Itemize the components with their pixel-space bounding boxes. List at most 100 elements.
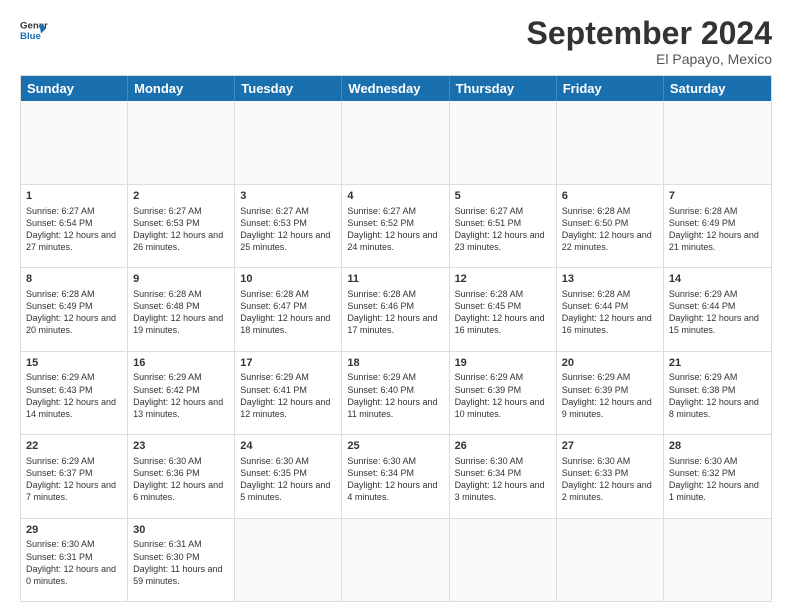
cal-cell	[664, 519, 771, 601]
day-info: Sunset: 6:50 PM	[562, 217, 658, 229]
day-info: Sunrise: 6:30 AM	[240, 455, 336, 467]
cal-cell: 6Sunrise: 6:28 AMSunset: 6:50 PMDaylight…	[557, 185, 664, 267]
day-info: Sunrise: 6:28 AM	[562, 205, 658, 217]
day-info: Daylight: 12 hours and 25 minutes.	[240, 229, 336, 253]
cal-cell: 28Sunrise: 6:30 AMSunset: 6:32 PMDayligh…	[664, 435, 771, 517]
header-day-sunday: Sunday	[21, 76, 128, 101]
cal-cell: 30Sunrise: 6:31 AMSunset: 6:30 PMDayligh…	[128, 519, 235, 601]
day-info: Daylight: 12 hours and 22 minutes.	[562, 229, 658, 253]
day-info: Sunrise: 6:30 AM	[669, 455, 766, 467]
day-number: 23	[133, 439, 229, 454]
day-info: Sunset: 6:30 PM	[133, 551, 229, 563]
day-info: Sunset: 6:34 PM	[455, 467, 551, 479]
day-info: Daylight: 12 hours and 19 minutes.	[133, 312, 229, 336]
cal-cell: 24Sunrise: 6:30 AMSunset: 6:35 PMDayligh…	[235, 435, 342, 517]
day-info: Daylight: 12 hours and 21 minutes.	[669, 229, 766, 253]
day-info: Daylight: 12 hours and 17 minutes.	[347, 312, 443, 336]
day-info: Sunset: 6:37 PM	[26, 467, 122, 479]
cal-cell: 20Sunrise: 6:29 AMSunset: 6:39 PMDayligh…	[557, 352, 664, 434]
cal-cell: 7Sunrise: 6:28 AMSunset: 6:49 PMDaylight…	[664, 185, 771, 267]
cal-cell: 1Sunrise: 6:27 AMSunset: 6:54 PMDaylight…	[21, 185, 128, 267]
day-info: Daylight: 12 hours and 6 minutes.	[133, 479, 229, 503]
cal-cell: 15Sunrise: 6:29 AMSunset: 6:43 PMDayligh…	[21, 352, 128, 434]
day-number: 5	[455, 189, 551, 204]
day-info: Sunset: 6:44 PM	[669, 300, 766, 312]
day-info: Daylight: 12 hours and 12 minutes.	[240, 396, 336, 420]
day-info: Sunrise: 6:30 AM	[133, 455, 229, 467]
cal-cell: 9Sunrise: 6:28 AMSunset: 6:48 PMDaylight…	[128, 268, 235, 350]
cal-cell: 26Sunrise: 6:30 AMSunset: 6:34 PMDayligh…	[450, 435, 557, 517]
cal-cell	[557, 519, 664, 601]
month-title: September 2024	[527, 16, 772, 51]
day-number: 30	[133, 523, 229, 538]
day-info: Sunset: 6:48 PM	[133, 300, 229, 312]
day-info: Sunrise: 6:28 AM	[133, 288, 229, 300]
day-info: Sunrise: 6:29 AM	[133, 371, 229, 383]
day-info: Daylight: 12 hours and 3 minutes.	[455, 479, 551, 503]
header-day-thursday: Thursday	[450, 76, 557, 101]
day-info: Daylight: 12 hours and 16 minutes.	[562, 312, 658, 336]
day-info: Daylight: 12 hours and 18 minutes.	[240, 312, 336, 336]
day-info: Daylight: 12 hours and 11 minutes.	[347, 396, 443, 420]
cal-cell: 5Sunrise: 6:27 AMSunset: 6:51 PMDaylight…	[450, 185, 557, 267]
day-info: Sunset: 6:45 PM	[455, 300, 551, 312]
day-number: 12	[455, 272, 551, 287]
day-info: Sunset: 6:52 PM	[347, 217, 443, 229]
day-info: Sunset: 6:35 PM	[240, 467, 336, 479]
day-info: Sunrise: 6:28 AM	[669, 205, 766, 217]
day-info: Sunrise: 6:27 AM	[455, 205, 551, 217]
day-info: Daylight: 12 hours and 23 minutes.	[455, 229, 551, 253]
day-info: Sunrise: 6:29 AM	[669, 288, 766, 300]
week-row-2: 8Sunrise: 6:28 AMSunset: 6:49 PMDaylight…	[21, 268, 771, 351]
week-row-5: 29Sunrise: 6:30 AMSunset: 6:31 PMDayligh…	[21, 519, 771, 601]
day-number: 17	[240, 356, 336, 371]
week-row-1: 1Sunrise: 6:27 AMSunset: 6:54 PMDaylight…	[21, 185, 771, 268]
logo-icon: General Blue	[20, 16, 48, 44]
cal-cell: 22Sunrise: 6:29 AMSunset: 6:37 PMDayligh…	[21, 435, 128, 517]
cal-cell: 18Sunrise: 6:29 AMSunset: 6:40 PMDayligh…	[342, 352, 449, 434]
day-info: Sunset: 6:43 PM	[26, 384, 122, 396]
cal-cell	[664, 101, 771, 183]
day-info: Sunset: 6:39 PM	[455, 384, 551, 396]
day-info: Daylight: 12 hours and 0 minutes.	[26, 563, 122, 587]
day-info: Sunrise: 6:29 AM	[562, 371, 658, 383]
day-info: Daylight: 12 hours and 8 minutes.	[669, 396, 766, 420]
cal-cell	[235, 519, 342, 601]
location: El Papayo, Mexico	[527, 51, 772, 67]
day-number: 29	[26, 523, 122, 538]
day-info: Sunrise: 6:30 AM	[455, 455, 551, 467]
day-info: Sunrise: 6:31 AM	[133, 538, 229, 550]
day-number: 13	[562, 272, 658, 287]
day-number: 9	[133, 272, 229, 287]
day-number: 18	[347, 356, 443, 371]
cal-cell	[128, 101, 235, 183]
day-info: Sunrise: 6:28 AM	[26, 288, 122, 300]
day-number: 16	[133, 356, 229, 371]
day-info: Sunrise: 6:30 AM	[562, 455, 658, 467]
day-info: Sunrise: 6:28 AM	[562, 288, 658, 300]
day-number: 14	[669, 272, 766, 287]
cal-cell	[450, 519, 557, 601]
day-number: 24	[240, 439, 336, 454]
cal-cell: 4Sunrise: 6:27 AMSunset: 6:52 PMDaylight…	[342, 185, 449, 267]
day-number: 28	[669, 439, 766, 454]
cal-cell: 8Sunrise: 6:28 AMSunset: 6:49 PMDaylight…	[21, 268, 128, 350]
day-number: 11	[347, 272, 443, 287]
day-info: Sunrise: 6:28 AM	[347, 288, 443, 300]
cal-cell: 11Sunrise: 6:28 AMSunset: 6:46 PMDayligh…	[342, 268, 449, 350]
cal-cell: 2Sunrise: 6:27 AMSunset: 6:53 PMDaylight…	[128, 185, 235, 267]
day-info: Daylight: 12 hours and 10 minutes.	[455, 396, 551, 420]
day-number: 3	[240, 189, 336, 204]
header-day-friday: Friday	[557, 76, 664, 101]
cal-cell: 27Sunrise: 6:30 AMSunset: 6:33 PMDayligh…	[557, 435, 664, 517]
day-number: 27	[562, 439, 658, 454]
cal-cell: 16Sunrise: 6:29 AMSunset: 6:42 PMDayligh…	[128, 352, 235, 434]
day-info: Daylight: 12 hours and 26 minutes.	[133, 229, 229, 253]
day-number: 15	[26, 356, 122, 371]
page: General Blue September 2024 El Papayo, M…	[0, 0, 792, 612]
day-info: Daylight: 12 hours and 16 minutes.	[455, 312, 551, 336]
day-number: 2	[133, 189, 229, 204]
day-info: Sunset: 6:51 PM	[455, 217, 551, 229]
cal-cell	[450, 101, 557, 183]
day-info: Daylight: 12 hours and 24 minutes.	[347, 229, 443, 253]
